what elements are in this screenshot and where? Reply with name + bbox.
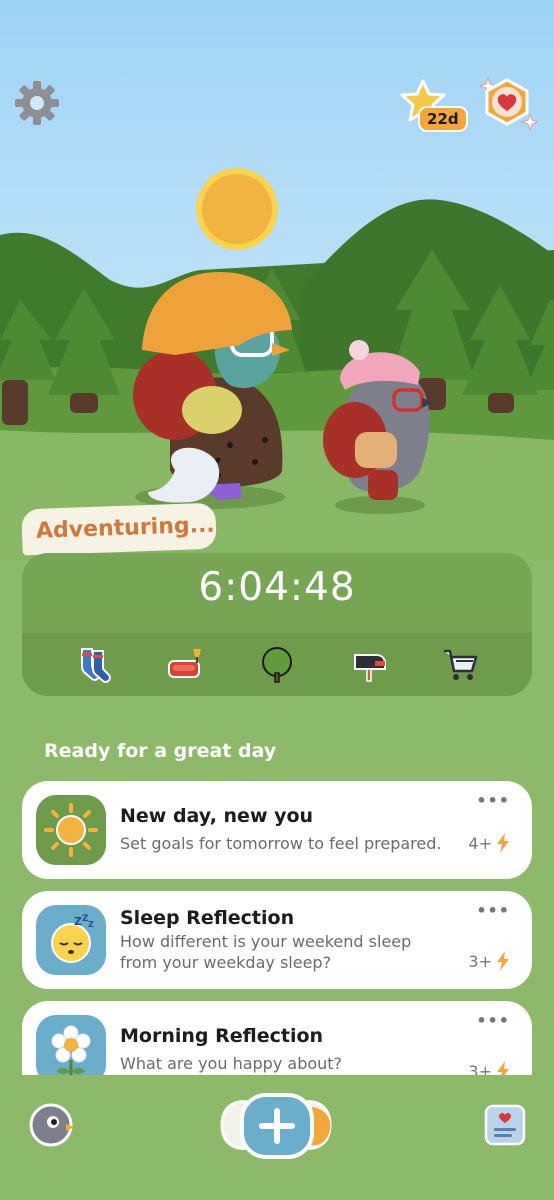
adventure-items-row: [22, 633, 532, 696]
task-title: New day, new you: [120, 805, 314, 827]
journal-icon: [484, 1104, 526, 1146]
task-description: What are you happy about?: [120, 1054, 343, 1073]
points-value: 4+: [468, 833, 492, 853]
task-points: 4+: [468, 833, 510, 853]
svg-text:Z: Z: [88, 920, 94, 929]
more-options-button[interactable]: •••: [476, 901, 510, 920]
more-options-button[interactable]: •••: [476, 1011, 510, 1030]
task-title: Morning Reflection: [120, 1025, 324, 1047]
tree-icon: [261, 646, 292, 683]
more-options-button[interactable]: •••: [476, 791, 510, 810]
task-thumb: [36, 795, 106, 865]
svg-text:Z: Z: [74, 915, 82, 928]
heart-button[interactable]: [476, 74, 540, 136]
points-value: 3+: [468, 951, 492, 971]
mailbox-icon: [353, 653, 386, 682]
task-card-new-day[interactable]: New day, new you Set goals for tomorrow …: [22, 781, 532, 879]
task-points: 3+: [468, 951, 510, 971]
adventure-scene: [0, 0, 554, 560]
add-button[interactable]: [212, 1089, 340, 1161]
lightning-icon: [497, 833, 509, 853]
streak-badge: 22d: [418, 106, 468, 132]
profile-button[interactable]: [28, 1102, 74, 1148]
task-card-sleep-reflection[interactable]: Z Z Z Sleep Reflection How different is …: [22, 891, 532, 989]
couch-icon: [168, 648, 202, 678]
shopping-cart-icon: [444, 649, 478, 680]
sun-icon: [44, 803, 98, 857]
section-title: Ready for a great day: [44, 740, 277, 762]
adventure-timer: 6:04:48: [198, 565, 356, 610]
adventure-timer-card[interactable]: 6:04:48: [22, 553, 532, 696]
lightning-icon: [497, 951, 509, 971]
gear-icon: [15, 81, 59, 125]
bird-avatar-icon: [29, 1103, 74, 1147]
plus-icon: [220, 1093, 332, 1159]
task-description: How different is your weekend sleep from…: [120, 932, 412, 972]
settings-button[interactable]: [12, 78, 62, 128]
journal-button[interactable]: [484, 1104, 526, 1146]
task-description: Set goals for tomorrow to feel prepared.: [120, 834, 442, 853]
sleeping-face-icon: Z Z Z: [51, 914, 94, 963]
bottom-nav: [0, 1075, 554, 1200]
adventure-status-label: Adventuring...: [21, 502, 217, 556]
heart-icon: [478, 76, 540, 132]
socks-icon: [80, 647, 111, 683]
task-title: Sleep Reflection: [120, 907, 295, 929]
task-thumb: Z Z Z: [36, 905, 106, 975]
streak-button[interactable]: 22d: [398, 78, 468, 134]
